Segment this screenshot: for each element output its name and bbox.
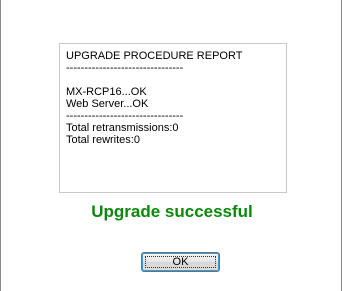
report-spacer (66, 74, 286, 86)
report-item-mx-rcp16: MX-RCP16...OK (66, 86, 147, 98)
upgrade-dialog: UPGRADE PROCEDURE REPORT ---------------… (0, 0, 342, 291)
ok-button[interactable]: OK (141, 252, 220, 272)
upgrade-status-message: Upgrade successful (91, 202, 253, 221)
report-separator-bottom: -------------------------------- (66, 110, 184, 122)
upgrade-report-box: UPGRADE PROCEDURE REPORT ---------------… (59, 43, 287, 193)
ok-button-label: OK (172, 256, 189, 268)
report-item-web-server: Web Server...OK (66, 98, 149, 110)
report-separator-top: -------------------------------- (66, 62, 184, 74)
report-title: UPGRADE PROCEDURE REPORT (66, 50, 243, 62)
report-total-retransmissions: Total retransmissions:0 (66, 122, 179, 134)
report-total-rewrites: Total rewrites:0 (66, 134, 140, 146)
